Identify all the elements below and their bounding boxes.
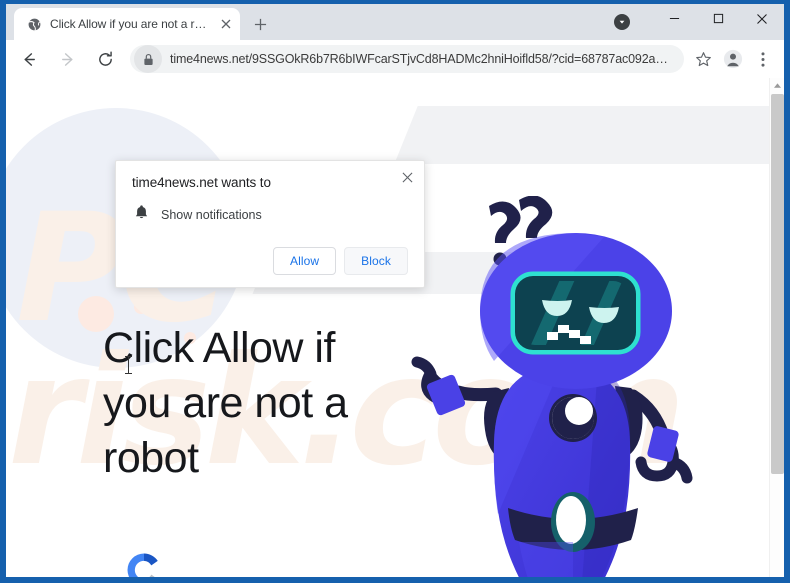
bg-decor-band — [394, 106, 769, 164]
globe-icon — [26, 16, 42, 32]
page-scrollbar[interactable] — [769, 78, 784, 577]
tab-close-icon[interactable] — [218, 16, 234, 32]
tab-strip: Click Allow if you are not a robot — [6, 4, 784, 40]
update-chevron-icon[interactable] — [614, 14, 630, 30]
profile-avatar-icon[interactable] — [718, 44, 748, 74]
maximize-button[interactable] — [696, 4, 740, 33]
captcha-arc-blue — [127, 553, 144, 577]
page-viewport: PC risk.com Click Allow if you are not a… — [6, 78, 784, 577]
star-icon[interactable] — [688, 44, 718, 74]
lock-icon[interactable] — [134, 45, 162, 73]
browser-toolbar: time4news.net/9SSGOkR6b7R6bIWFcarSTjvCd8… — [6, 40, 784, 78]
scrollbar-thumb[interactable] — [771, 94, 784, 474]
robot-belt-buckle — [556, 496, 586, 544]
allow-button[interactable]: Allow — [272, 247, 337, 275]
scrollbar-up-arrow-icon[interactable] — [770, 78, 784, 93]
robot-left-arm — [411, 356, 503, 416]
forward-button[interactable] — [51, 43, 83, 75]
bell-icon — [134, 204, 149, 225]
browser-tab[interactable]: Click Allow if you are not a robot — [14, 8, 240, 40]
permission-row: Show notifications — [132, 204, 408, 225]
robot-chest-button — [549, 394, 597, 442]
browser-window: Click Allow if you are not a robot time4… — [0, 0, 790, 583]
captcha-arc-gray — [149, 574, 155, 577]
minimize-button[interactable] — [652, 4, 696, 33]
text-cursor-icon — [125, 356, 132, 374]
address-bar[interactable]: time4news.net/9SSGOkR6b7R6bIWFcarSTjvCd8… — [130, 45, 684, 73]
dialog-actions: Allow Block — [132, 247, 408, 275]
dialog-close-icon[interactable] — [398, 168, 416, 186]
confused-robot-illustration — [401, 195, 701, 577]
permission-label: Show notifications — [161, 207, 262, 222]
block-button[interactable]: Block — [344, 247, 408, 275]
tab-title: Click Allow if you are not a robot — [50, 17, 210, 31]
url-text: time4news.net/9SSGOkR6b7R6bIWFcarSTjvCd8… — [170, 52, 668, 66]
window-controls — [614, 4, 784, 40]
new-tab-button[interactable] — [246, 10, 274, 38]
notification-permission-dialog[interactable]: time4news.net wants to Show notification… — [115, 160, 425, 288]
page-headline: Click Allow if you are not a robot — [103, 324, 348, 482]
back-button[interactable] — [13, 43, 45, 75]
close-button[interactable] — [740, 4, 784, 33]
web-page: PC risk.com Click Allow if you are not a… — [6, 78, 769, 577]
captcha-arc-darkblue — [144, 553, 158, 566]
e-captcha-logo-icon — [127, 553, 158, 577]
reload-button[interactable] — [89, 43, 121, 75]
e-captcha-badge: E-CAPTCHA — [114, 548, 174, 577]
browser-menu-button[interactable] — [748, 44, 778, 74]
dialog-title: time4news.net wants to — [132, 175, 271, 190]
